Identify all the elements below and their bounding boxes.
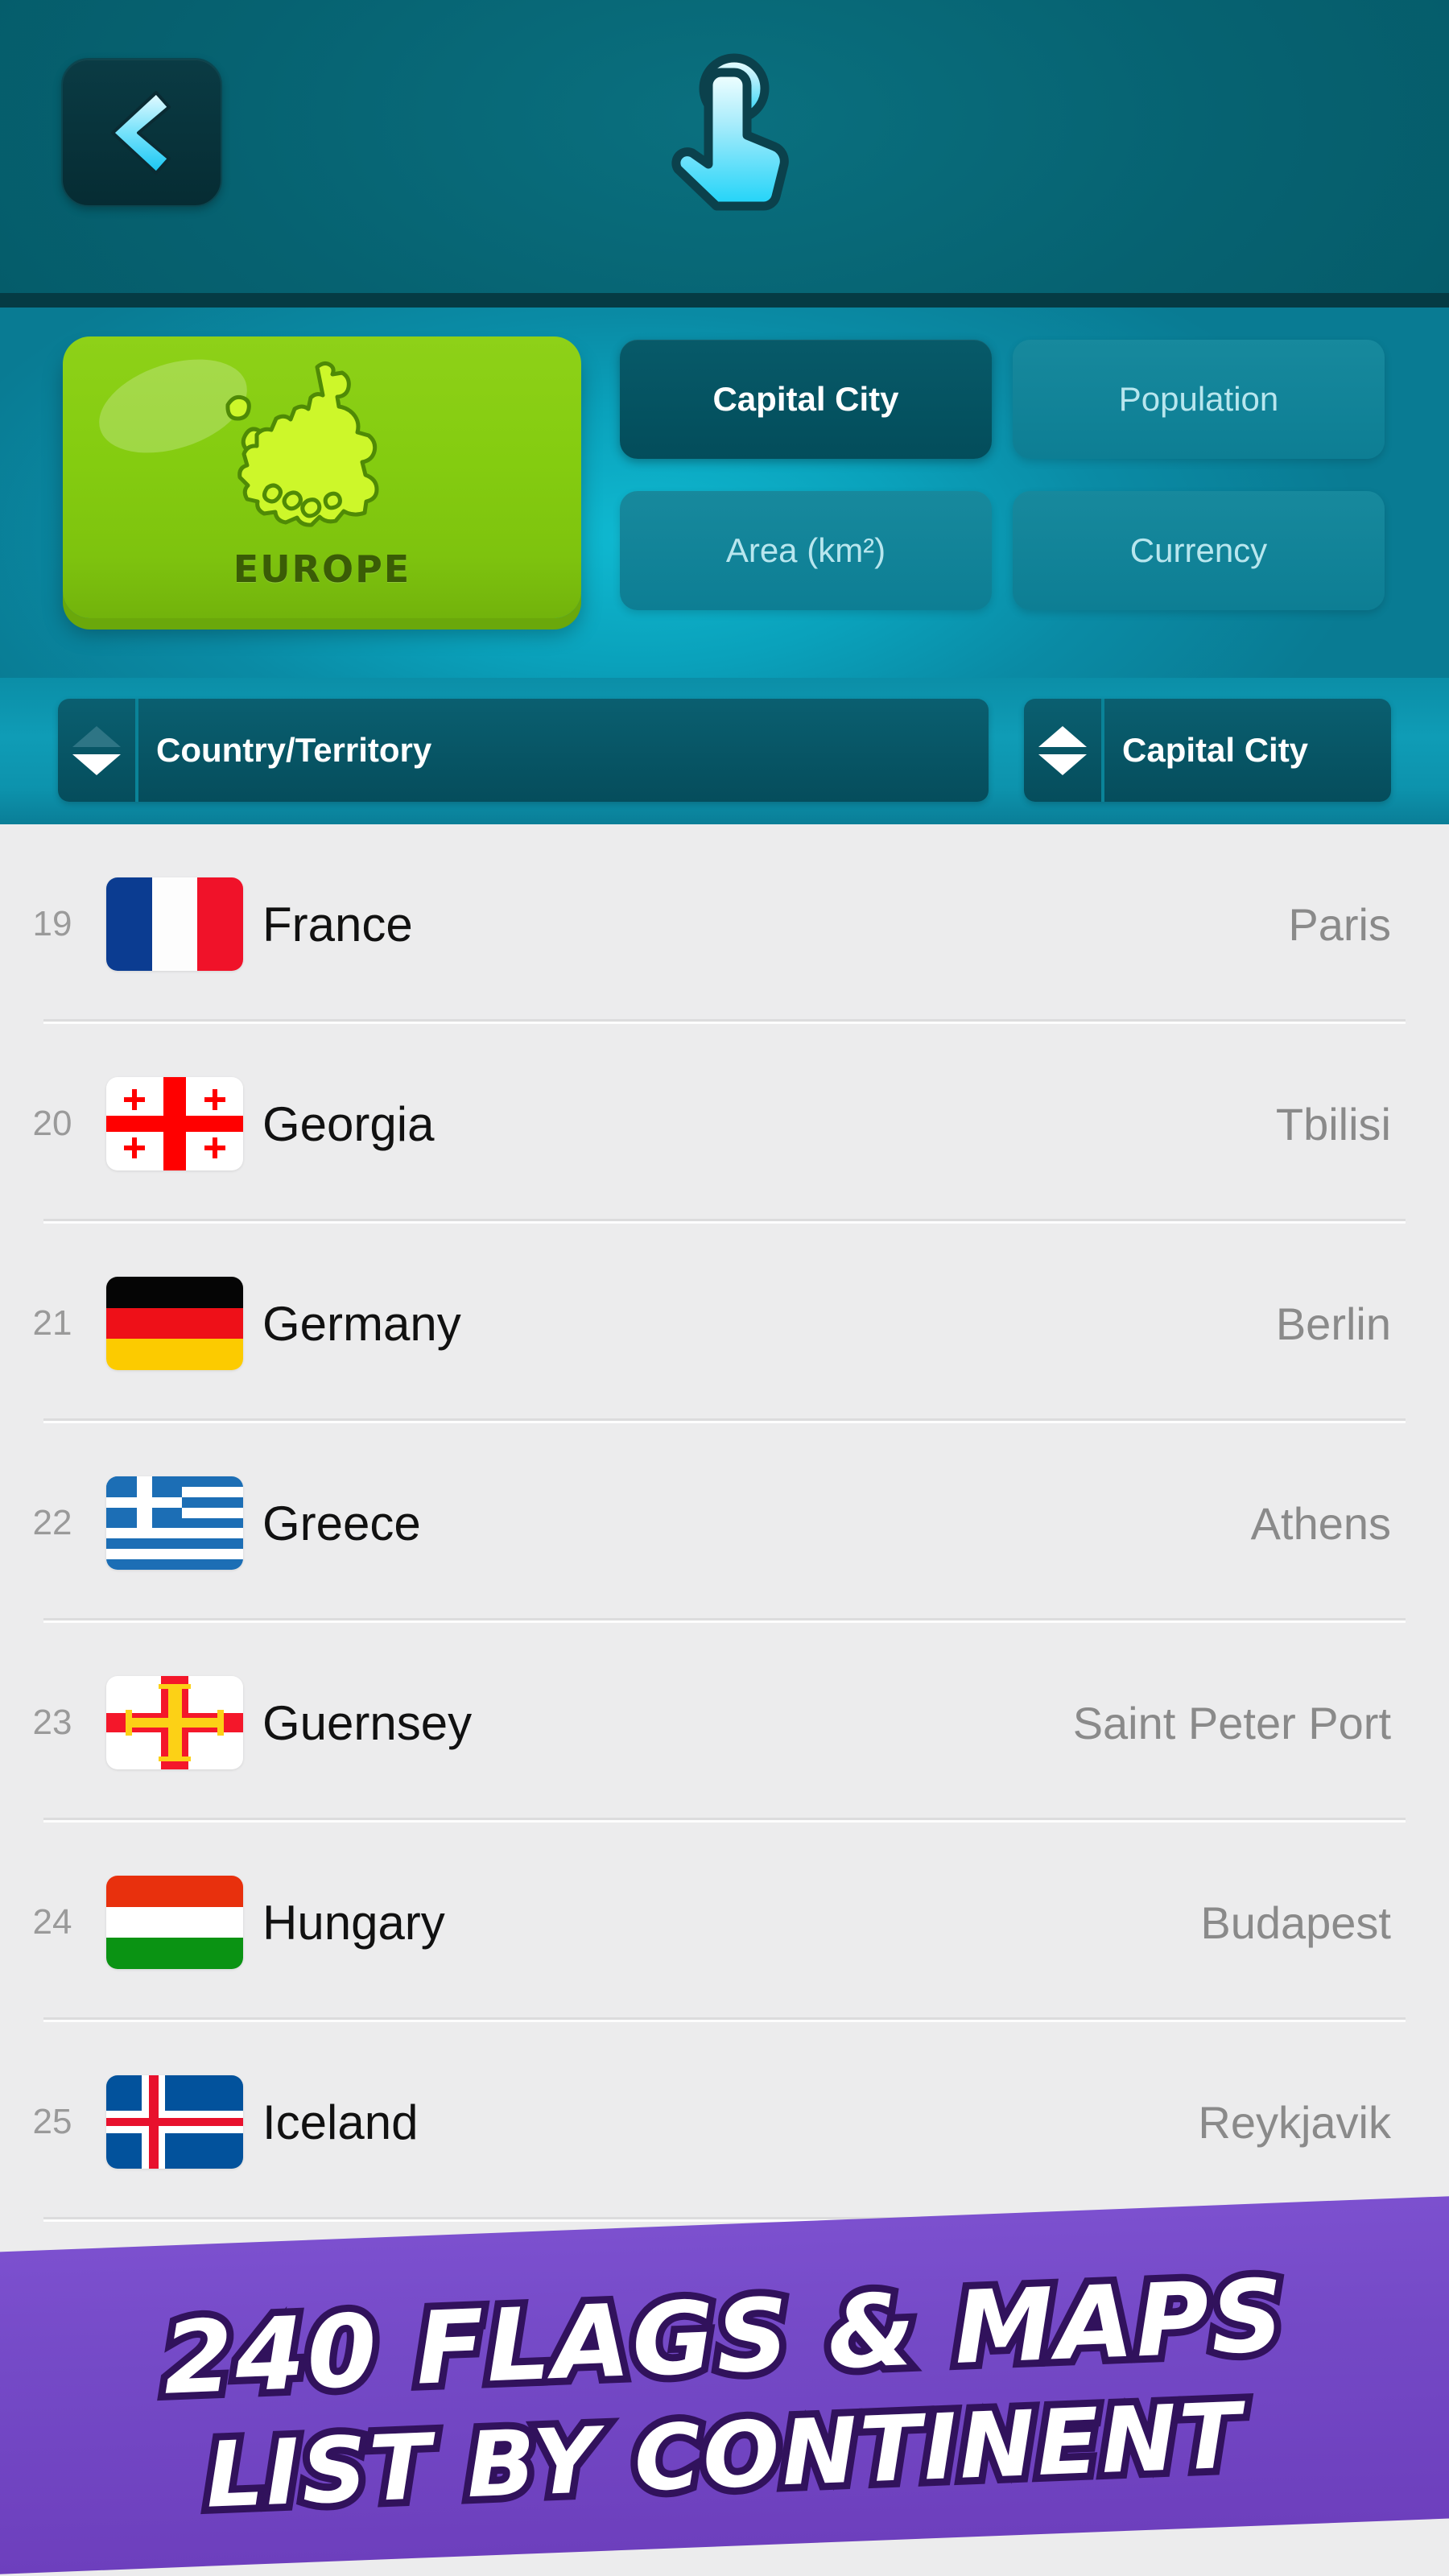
filter-button-population[interactable]: Population (1013, 340, 1385, 459)
sort-label-capital: Capital City (1122, 731, 1309, 769)
flag-georgia (105, 1077, 245, 1170)
table-row[interactable]: 23 Guernsey Saint Peter Port (0, 1623, 1449, 1823)
filter-label: Capital City (712, 380, 899, 418)
row-index: 23 (32, 1703, 72, 1742)
sort-ascending-icon[interactable] (1038, 725, 1087, 747)
filter-label: Population (1118, 380, 1279, 418)
table-row[interactable]: 19 France Paris (0, 824, 1449, 1024)
row-separator (43, 2417, 1406, 2421)
country-name: Germany (262, 1296, 461, 1351)
capital-city: Athens (1250, 1497, 1391, 1549)
filter-label: Area (km²) (725, 531, 886, 569)
sort-label-country: Country/Territory (156, 731, 432, 769)
row-index: 25 (32, 2102, 72, 2141)
flag-germany (105, 1277, 245, 1370)
sort-bar: Country/Territory Capital City (0, 678, 1449, 824)
flag-hungary (105, 1876, 245, 1969)
capital-city: Tbilisi (1275, 1098, 1391, 1150)
capital-city: Dublin (1263, 2296, 1391, 2347)
touch-pointer-icon (660, 40, 805, 225)
flag-greece (105, 1476, 245, 1570)
table-row[interactable]: 25 Iceland Reykjavik (0, 2022, 1449, 2222)
table-row[interactable]: 21 Germany Berlin (0, 1224, 1449, 1423)
flag-france (105, 877, 245, 971)
row-index: 20 (32, 1104, 72, 1143)
sort-descending-icon[interactable] (72, 753, 121, 775)
filter-label: Currency (1129, 531, 1268, 569)
back-button[interactable] (61, 58, 222, 207)
table-row[interactable]: 24 Hungary Budapest (0, 1823, 1449, 2022)
country-name: Ireland (262, 2294, 411, 2349)
sort-arrows-country[interactable] (58, 699, 135, 802)
row-index: 21 (32, 1303, 72, 1343)
sort-ascending-icon[interactable] (72, 725, 121, 747)
row-index: 19 (32, 904, 72, 943)
flag-guernsey (105, 1676, 245, 1769)
country-name: Iceland (262, 2095, 419, 2149)
europe-map-icon (63, 356, 581, 531)
top-navigation-bar (0, 0, 1449, 293)
chevron-left-icon (103, 88, 180, 178)
capital-city: Berlin (1275, 1298, 1391, 1349)
continent-card-europe[interactable]: EUROPE (63, 336, 581, 618)
continent-card-label: EUROPE (233, 547, 411, 591)
flag-iceland (105, 2075, 245, 2169)
row-index: 24 (32, 1902, 72, 1942)
filter-panel: EUROPE Capital City Population Area (km²… (0, 308, 1449, 678)
header-divider (0, 293, 1449, 308)
sort-control-capital[interactable]: Capital City (1024, 699, 1391, 802)
country-name: Greece (262, 1496, 421, 1550)
row-index: 26 (32, 2301, 72, 2341)
sort-control-country[interactable]: Country/Territory (58, 699, 989, 802)
country-list[interactable]: 19 France Paris 20 Georgia Tbilisi 21 Ge… (0, 824, 1449, 2576)
table-row[interactable]: 26 Ireland Dublin (0, 2222, 1449, 2421)
capital-city: Reykjavik (1198, 2096, 1391, 2148)
country-name: Hungary (262, 1895, 445, 1950)
capital-city: Saint Peter Port (1072, 1697, 1391, 1748)
filter-button-capital-city[interactable]: Capital City (620, 340, 992, 459)
filter-button-currency[interactable]: Currency (1013, 491, 1385, 610)
filter-button-area[interactable]: Area (km²) (620, 491, 992, 610)
table-row[interactable]: 22 Greece Athens (0, 1423, 1449, 1623)
flag-ireland (105, 2275, 245, 2368)
country-name: Georgia (262, 1096, 435, 1151)
capital-city: Budapest (1200, 1897, 1391, 1948)
country-name: France (262, 897, 413, 952)
sort-descending-icon[interactable] (1038, 753, 1087, 775)
country-name: Guernsey (262, 1695, 473, 1750)
table-row[interactable]: 20 Georgia Tbilisi (0, 1024, 1449, 1224)
sort-arrows-capital[interactable] (1024, 699, 1101, 802)
row-index: 22 (32, 1503, 72, 1542)
capital-city: Paris (1288, 898, 1391, 950)
